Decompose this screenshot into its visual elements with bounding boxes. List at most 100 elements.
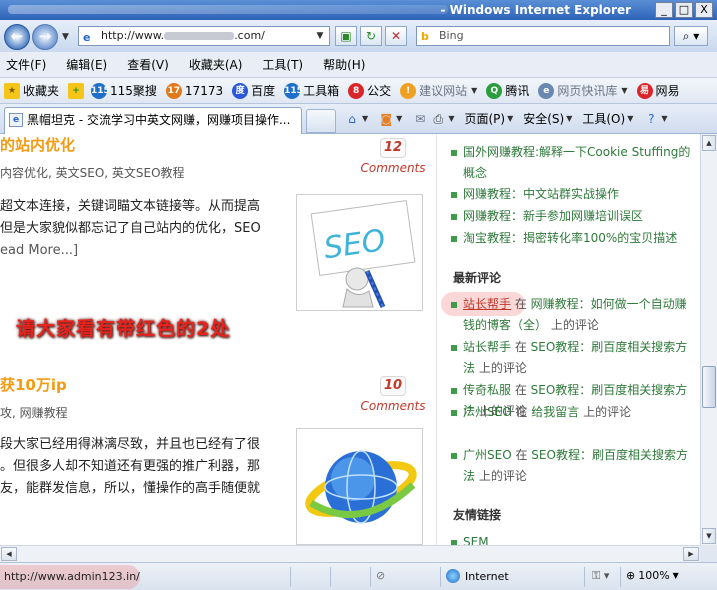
minimize-button[interactable]: _ xyxy=(655,2,673,18)
stop-button[interactable]: ✕ xyxy=(385,26,407,46)
search-button[interactable]: ⌕ ▾ xyxy=(674,26,708,46)
forward-button[interactable]: → xyxy=(32,24,58,50)
comment-separator: 在 xyxy=(511,383,531,397)
tab-current[interactable]: e 黑帽坦克 - 交流学习中英文网赚，网赚项目操作... xyxy=(4,107,302,134)
rss-icon[interactable]: ◙ xyxy=(378,111,394,127)
menu-help[interactable]: 帮助(H) xyxy=(323,56,365,73)
scroll-left-icon[interactable]: ◀ xyxy=(1,547,17,561)
comment-post-link[interactable]: 给我留言 xyxy=(531,405,579,419)
comment-count-2[interactable]: 10 Comments xyxy=(358,376,428,413)
page-dropdown-icon[interactable]: ▼ xyxy=(507,114,513,123)
compat-view-button[interactable]: ▣ xyxy=(335,26,357,46)
tab-bar: e 黑帽坦克 - 交流学习中英文网赚，网赚项目操作... ⌂ ▼ ◙ ▼ ✉ ⎙ ▼ … xyxy=(0,104,717,134)
annotation-note: 请大家看有带红色的2处 xyxy=(16,318,231,340)
read-more-link[interactable]: ead More...] xyxy=(0,240,290,262)
post-thumbnail-globe[interactable] xyxy=(296,428,423,545)
sidebar-post-link[interactable]: 国外网赚教程:解释一下Cookie Stuffing的概念 xyxy=(451,142,691,184)
status-divider xyxy=(584,567,585,587)
zoom-level: 100% xyxy=(638,569,670,582)
bullet-icon xyxy=(451,302,457,308)
tools-menu[interactable]: 工具(O) xyxy=(582,110,625,127)
post-meta-1[interactable]: 内容优化, 英文SEO, 英文SEO教程 xyxy=(0,164,185,181)
blurred-title xyxy=(8,5,448,14)
print-dropdown-icon[interactable]: ▼ xyxy=(448,114,454,123)
tools-dropdown-icon[interactable]: ▼ xyxy=(627,114,633,123)
comment-count-1[interactable]: 12 Comments xyxy=(358,138,428,175)
post-thumbnail-seo[interactable]: SEO xyxy=(296,194,423,311)
add-favorite-button[interactable]: + xyxy=(68,82,87,99)
recent-comment: 站长帮手 在 SEO教程：刷百度相关搜索方法 上的评论 xyxy=(451,337,691,379)
recent-comment-text: 站长帮手 在 SEO教程：刷百度相关搜索方法 上的评论 xyxy=(451,337,691,379)
comment-separator: 在 xyxy=(511,340,531,354)
favorite-link[interactable]: 115 115聚搜 xyxy=(91,82,157,99)
post-meta-2[interactable]: 攻, 网赚教程 xyxy=(0,404,68,421)
post-title-2[interactable]: 获10万ip xyxy=(0,374,67,395)
search-input[interactable]: b Bing xyxy=(416,26,670,46)
scroll-thumb[interactable] xyxy=(702,366,716,408)
popup-blocker-icon[interactable]: ⊘ xyxy=(376,569,385,582)
menu-favorites[interactable]: 收藏夹(A) xyxy=(189,56,243,73)
status-divider xyxy=(620,567,621,587)
favorite-link[interactable]: e 网页快讯库 ▼ xyxy=(538,82,628,99)
page-menu[interactable]: 页面(P) xyxy=(464,110,505,127)
comment-author-link[interactable]: 广州SEO xyxy=(463,405,512,419)
refresh-button[interactable]: ↻ xyxy=(360,26,382,46)
favorite-link[interactable]: 度百度 xyxy=(232,82,275,99)
vertical-scrollbar[interactable]: ▲ ▼ xyxy=(700,134,717,545)
security-zone[interactable]: Internet xyxy=(446,569,509,583)
help-dropdown-icon[interactable]: ▼ xyxy=(661,114,667,123)
history-dropdown-icon[interactable]: ▼ xyxy=(62,32,69,42)
favorite-link[interactable]: Q 腾讯 xyxy=(486,82,529,99)
rss-dropdown-icon[interactable]: ▼ xyxy=(396,114,402,123)
favorite-link[interactable]: 易网易 xyxy=(636,82,680,99)
protected-mode-icon[interactable]: ⚿ ▾ xyxy=(592,569,609,583)
safety-menu[interactable]: 安全(S) xyxy=(523,110,564,127)
favorite-label: 工具箱 xyxy=(303,84,340,98)
add-favorite-icon: + xyxy=(68,82,85,99)
home-dropdown-icon[interactable]: ▼ xyxy=(362,114,368,123)
favorite-site-icon: 易 xyxy=(636,82,653,99)
favorite-link[interactable]: 8 公交 xyxy=(348,82,391,99)
address-bar[interactable]: e http://www. .com/ ▼ xyxy=(78,26,330,46)
safety-dropdown-icon[interactable]: ▼ xyxy=(566,114,572,123)
maximize-button[interactable]: □ xyxy=(675,2,693,18)
zoom-control[interactable]: ⊕ 100% ▼ xyxy=(626,569,679,582)
menu-file[interactable]: 文件(F) xyxy=(6,56,46,73)
scroll-up-icon[interactable]: ▲ xyxy=(702,135,716,151)
sidebar-post-link[interactable]: 淘宝教程：揭密转化率100%的宝贝描述 xyxy=(451,228,691,249)
recent-comment-text: 广州SEO 在 给我留言 上的评论 xyxy=(451,402,691,423)
sidebar-post-link[interactable]: 网赚教程：新手参加网赚培训误区 xyxy=(451,206,691,227)
menu-view[interactable]: 查看(V) xyxy=(127,56,169,73)
menu-tools[interactable]: 工具(T) xyxy=(262,56,303,73)
comment-author-link[interactable]: 传奇私服 xyxy=(463,383,511,397)
help-icon[interactable]: ? xyxy=(643,111,659,127)
favorite-dropdown-icon[interactable]: ▼ xyxy=(621,86,627,95)
excerpt-line: 超文本连接，关键词瞄文本链接等。从而提高 xyxy=(0,199,261,214)
menu-edit[interactable]: 编辑(E) xyxy=(66,56,107,73)
favorite-dropdown-icon[interactable]: ▼ xyxy=(471,86,477,95)
window-title: - Windows Internet Explorer xyxy=(440,3,631,17)
print-icon[interactable]: ⎙ xyxy=(430,111,446,127)
comment-author-link[interactable]: 站长帮手 xyxy=(463,297,511,311)
comment-author-link[interactable]: 站长帮手 xyxy=(463,340,511,354)
scroll-down-icon[interactable]: ▼ xyxy=(702,528,716,544)
horizontal-scrollbar[interactable]: ◀ ▶ xyxy=(0,545,700,562)
post-title-1[interactable]: 的站内优化 xyxy=(0,134,75,155)
close-button[interactable]: X xyxy=(695,2,713,18)
sidebar-post-link[interactable]: 网赚教程：中文站群实战操作 xyxy=(451,184,691,205)
navigation-bar: ← → ▼ e http://www. .com/ ▼ ▣ ↻ ✕ b Bing … xyxy=(0,20,717,52)
comment-author-link[interactable]: 广州SEO xyxy=(463,448,512,462)
back-button[interactable]: ← xyxy=(4,24,30,50)
favorite-link[interactable]: 115 工具箱 xyxy=(284,82,339,99)
home-icon[interactable]: ⌂ xyxy=(344,111,360,127)
new-tab-button[interactable] xyxy=(306,109,336,133)
scroll-right-icon[interactable]: ▶ xyxy=(683,547,699,561)
favorites-button[interactable]: ★ 收藏夹 xyxy=(4,82,59,99)
favorite-link[interactable]: 17 17173 xyxy=(165,82,223,99)
address-dropdown-icon[interactable]: ▼ xyxy=(313,27,327,45)
favorite-label: 网页快讯库 xyxy=(557,84,618,98)
forward-arrow-icon: → xyxy=(38,27,52,45)
favorite-label: 网易 xyxy=(655,84,680,98)
favorite-link[interactable]: ! 建议网站 ▼ xyxy=(400,82,477,99)
mail-icon[interactable]: ✉ xyxy=(412,111,428,127)
